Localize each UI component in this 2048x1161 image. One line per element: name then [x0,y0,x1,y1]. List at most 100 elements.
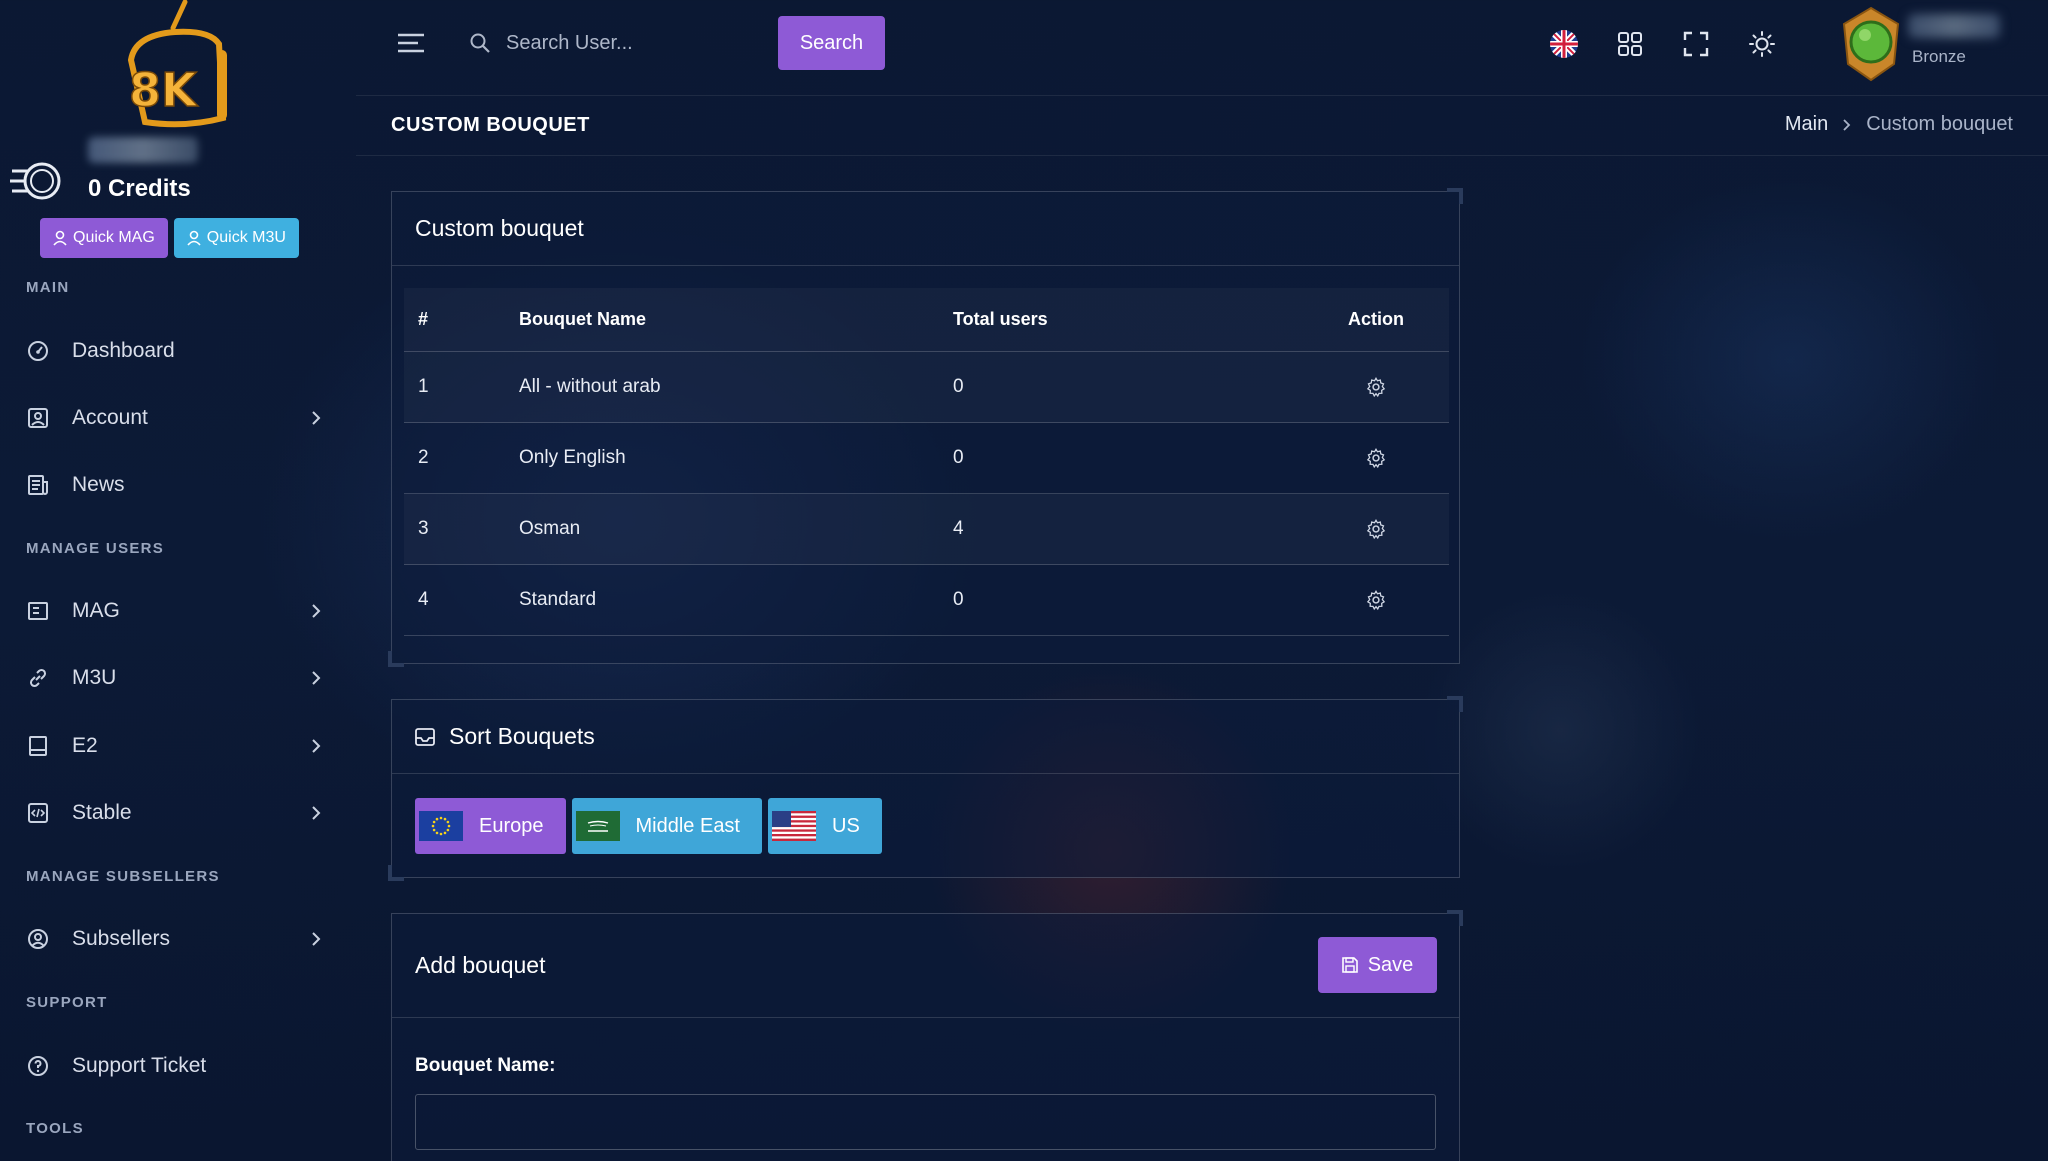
total-users: 0 [953,589,964,610]
table-row: 3 Osman 4 [404,494,1449,565]
bouquet-tag-europe[interactable]: Europe [415,798,566,854]
quick-m3u-label: Quick M3U [206,229,286,246]
search-button[interactable]: Search [778,16,885,70]
chevron-right-icon [306,668,326,688]
brand-logo[interactable]: 8K [115,0,245,135]
total-users: 4 [953,518,964,539]
row-number: 2 [418,447,429,468]
quick-m3u-button[interactable]: Quick M3U [173,218,299,258]
menu-toggle-icon[interactable] [396,31,426,55]
search-icon [470,33,490,53]
sidebar-item-label: MAG [72,599,120,622]
sidebar-item-mag[interactable]: MAG [26,587,326,635]
gear-icon [1366,448,1386,469]
column-header[interactable]: Bouquet Name [519,288,646,351]
us-flag-icon [772,811,816,841]
total-users: 0 [953,376,964,397]
bouquet-name: All - without arab [519,376,661,397]
settings-button[interactable] [1316,494,1436,564]
bouquet-name: Osman [519,518,581,539]
save-icon [1341,957,1358,973]
breadcrumb: Main Custom bouquet [1785,113,2013,136]
save-button[interactable]: Save [1318,937,1437,993]
sort-bouquets-card: Sort Bouquets Europe Middle East US [388,696,1463,881]
sidebar: 8K 0 Credits Quick MAG Quick M3U MAIN Da… [0,0,356,1161]
sidebar-item-news[interactable]: News [26,461,326,509]
bouquet-name: Only English [519,447,626,468]
sidebar-item-account[interactable]: Account [26,394,326,442]
account-icon [26,406,60,430]
add-bouquet-card: Add bouquet Save Bouquet Name: [391,910,1463,1161]
table-row: 4 Standard 0 [404,565,1449,636]
row-number: 3 [418,518,429,539]
bouquet-tag-us[interactable]: US [768,798,882,854]
bouquet-name-label: Bouquet Name: [415,1055,556,1076]
rank-badge-avatar[interactable] [1838,6,1904,82]
user-summary: 0 Credits [10,135,340,215]
user-icon [187,230,201,246]
card-title: Add bouquet [392,914,1459,1018]
section-manage-users: MANAGE USERS [26,540,165,557]
section-tools: TOOLS [26,1120,84,1137]
settings-button[interactable] [1316,352,1436,422]
sidebar-item-support-ticket[interactable]: Support Ticket [26,1042,326,1090]
sidebar-item-subsellers[interactable]: Subsellers [26,915,326,963]
chevron-right-icon [306,929,326,949]
quick-mag-button[interactable]: Quick MAG [40,218,168,258]
gear-icon [1366,590,1386,611]
chevron-right-icon [306,803,326,823]
table-row: 1 All - without arab 0 [404,352,1449,423]
fullscreen-icon[interactable] [1679,27,1713,61]
chevron-right-icon [306,736,326,756]
custom-bouquet-card: Custom bouquet # Bouquet Name Total user… [388,188,1463,667]
gear-icon [1366,519,1386,540]
username-blurred [88,137,198,163]
card-title: Custom bouquet [392,192,1459,266]
bouquet-tag-label: US [832,814,860,837]
settings-button[interactable] [1316,565,1436,635]
save-label: Save [1367,953,1414,976]
column-header: Action [1348,309,1404,329]
column-header[interactable]: Total users [953,288,1048,351]
section-support: SUPPORT [26,994,108,1011]
sidebar-item-label: Dashboard [72,339,175,362]
sidebar-item-stable[interactable]: Stable [26,789,326,837]
news-icon [26,473,60,497]
sidebar-item-label: Subsellers [72,927,171,950]
sortable-bouquet-list: Europe Middle East US [415,798,882,854]
language-flag-icon[interactable] [1547,27,1581,61]
rank-label: Bronze [1912,47,1966,66]
apps-grid-icon[interactable] [1613,27,1647,61]
table-row: 2 Only English 0 [404,423,1449,494]
bouquet-tag-label: Middle East [635,814,741,837]
bouquet-name-input[interactable] [415,1094,1436,1150]
user-circle-icon [26,927,60,951]
table-header-row: # Bouquet Name Total users Action [404,288,1449,352]
sidebar-item-label: News [72,473,125,496]
code-icon [26,801,60,825]
user-icon [53,230,67,246]
sidebar-item-label: E2 [72,734,98,757]
bouquet-tag-middle-east[interactable]: Middle East [571,798,762,854]
gear-icon [1366,377,1386,398]
e2-icon [26,734,60,758]
sidebar-item-e2[interactable]: E2 [26,722,326,770]
chevron-right-icon [306,408,326,428]
row-number: 1 [418,376,429,397]
topbar: Search User... Search Bronze [356,0,2048,96]
theme-sun-icon[interactable] [1745,27,1779,61]
sidebar-item-dashboard[interactable]: Dashboard [26,327,326,375]
column-header: # [418,309,429,329]
breadcrumb-main-link[interactable]: Main [1785,113,1828,136]
sidebar-item-label: Stable [72,801,132,824]
help-icon [26,1054,60,1078]
dashboard-icon [26,339,60,363]
settings-button[interactable] [1316,423,1436,493]
bouquet-table: # Bouquet Name Total users Action 1 All … [404,288,1449,636]
bouquet-name: Standard [519,589,597,610]
link-icon [26,666,60,690]
sidebar-item-label: M3U [72,666,117,689]
credits-label: 0 Credits [88,175,191,202]
sidebar-item-label: Support Ticket [72,1054,207,1077]
sidebar-item-m3u[interactable]: M3U [26,654,326,702]
